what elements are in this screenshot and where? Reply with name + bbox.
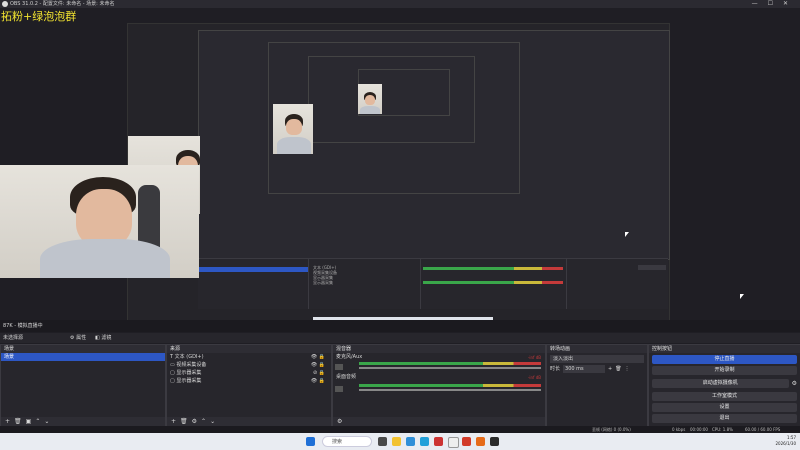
volume-slider[interactable] (359, 367, 541, 369)
controls-dock: 控制按钮 停止直播 开始录制 启动虚拟摄像机 ⚙ 工作室模式 设置 退出 (648, 344, 800, 428)
add-transition-button[interactable]: + (608, 365, 612, 373)
app-icon[interactable] (476, 437, 485, 446)
task-view-icon[interactable] (378, 437, 387, 446)
start-virtual-camera-button[interactable]: 启动虚拟摄像机 (652, 379, 789, 388)
close-button[interactable]: ✕ (783, 0, 798, 7)
maximize-button[interactable]: ☐ (768, 0, 783, 7)
mixer-settings-button[interactable]: ⚙ (337, 418, 342, 425)
source-item[interactable]: ▭ 视频采集设备 👁 🔒 (167, 361, 331, 369)
duration-label: 时长 (550, 366, 561, 372)
window-controls[interactable]: —☐✕ (752, 0, 798, 8)
move-down-button[interactable]: ⌄ (210, 418, 215, 425)
taskbar-clock[interactable]: 1:57 2026/1/30 (775, 435, 796, 447)
dropped-frames-text: 丢帧 (网络) 0 (0.0%) (592, 427, 631, 432)
mute-speaker-icon[interactable] (335, 364, 343, 370)
windows-taskbar: 搜索 1:57 2026/1/30 (0, 433, 800, 450)
stream-time-text: 00:00:00 (690, 427, 708, 432)
visibility-eye-icon[interactable]: 👁 🔒 (311, 361, 325, 369)
move-up-button[interactable]: ⌃ (35, 418, 40, 425)
obs-logo-icon (2, 1, 8, 7)
mixer-dock-title: 混音器 (333, 345, 545, 353)
stop-streaming-button[interactable]: 停止直播 (652, 355, 797, 364)
add-scene-button[interactable]: + (5, 418, 10, 425)
source-properties-button[interactable]: ⚙ (192, 418, 197, 425)
window-title: OBS 31.0.2 - 配置文件: 未命名 - 场景: 未命名 (10, 1, 115, 7)
sources-dock-title: 来源 (167, 345, 331, 353)
source-item[interactable]: T 文本 (GDI+) 👁 🔒 (167, 353, 331, 361)
sources-dock: 来源 T 文本 (GDI+) 👁 🔒 ▭ 视频采集设备 👁 🔒 ▢ 显示器采集 ⊘ 🔒… (166, 344, 332, 428)
taskbar-search-box[interactable]: 搜索 (322, 436, 372, 447)
remove-source-button[interactable]: 🗑 (180, 418, 188, 425)
remove-scene-button[interactable]: 🗑 (14, 418, 22, 425)
virtual-camera-settings-gear-icon[interactable]: ⚙ (792, 380, 797, 387)
scene-item[interactable]: 场景 (1, 353, 165, 361)
remove-transition-button[interactable]: 🗑 (615, 365, 621, 373)
preview-status-strip: 87K - 模拟直播中 (0, 320, 800, 332)
transitions-dock-title: 转场动画 (547, 345, 647, 353)
transitions-dock: 转场动画 淡入淡出 时长 300 ms + 🗑 ⋮ (546, 344, 648, 428)
scenes-dock: 场景 场景 + 🗑 ▣ ⌃ ⌄ (0, 344, 166, 428)
app-icon[interactable] (462, 437, 471, 446)
preview-status-text: 87K - 模拟直播中 (3, 323, 43, 329)
webcam-echo-medium (273, 104, 313, 154)
visibility-eye-icon[interactable]: 👁 🔒 (311, 377, 325, 385)
volume-meter (359, 362, 541, 365)
transition-menu-button[interactable]: ⋮ (625, 365, 630, 373)
fps-text: 60.00 / 60.00 FPS (745, 427, 781, 432)
clock-date: 2026/1/30 (775, 441, 796, 446)
minimize-button[interactable]: — (752, 0, 768, 7)
transition-duration-row: 时长 300 ms + 🗑 ⋮ (550, 365, 644, 373)
gear-icon: ⚙ (70, 335, 75, 341)
app-icon[interactable] (490, 437, 499, 446)
mixer-channel-db: -inf dB (527, 375, 541, 380)
add-source-button[interactable]: + (171, 418, 176, 425)
window-titlebar: OBS 31.0.2 - 配置文件: 未命名 - 场景: 未命名 —☐✕ (0, 0, 800, 8)
overlay-text-source: 拓粉+绿泡泡群 (1, 10, 77, 23)
scenes-dock-title: 场景 (1, 345, 165, 353)
audio-mixer-dock: 混音器 麦克风/Aux -inf dB 桌面音频 -inf dB ⚙ (332, 344, 546, 428)
stream-bitrate-text: 0 kbps (672, 427, 686, 432)
controls-dock-title: 控制按钮 (649, 345, 800, 353)
mouse-cursor-icon (740, 294, 744, 299)
mute-speaker-icon[interactable] (335, 386, 343, 392)
webcam-source (0, 165, 199, 278)
studio-mode-button[interactable]: 工作室模式 (652, 392, 797, 401)
move-up-button[interactable]: ⌃ (201, 418, 206, 425)
volume-slider[interactable] (359, 389, 541, 391)
context-bar: 未选择源 ⚙ 属性 ◧ 滤镜 (0, 333, 800, 343)
visibility-eye-icon[interactable]: ⊘ 🔒 (313, 369, 325, 377)
app-icon[interactable] (434, 437, 443, 446)
obs-taskbar-icon[interactable] (448, 437, 459, 448)
source-item[interactable]: ▢ 显示器采集 👁 🔒 (167, 377, 331, 385)
display-capture-level-1: 文本 (GDI+) 视频采集设备 显示器采集 显示器采集 (127, 23, 670, 330)
settings-button[interactable]: 设置 (652, 403, 797, 412)
properties-button[interactable]: ⚙ 属性 (70, 333, 86, 343)
visibility-eye-icon[interactable]: 👁 🔒 (311, 353, 325, 361)
scene-filters-button[interactable]: ▣ (26, 418, 32, 425)
volume-meter (359, 384, 541, 387)
file-explorer-icon[interactable] (392, 437, 401, 446)
mixer-channel-name: 桌面音频 (336, 374, 357, 380)
preview-canvas[interactable]: 文本 (GDI+) 视频采集设备 显示器采集 显示器采集 拓粉+绿泡泡群 (0, 8, 800, 330)
nested-dock-strip: 文本 (GDI+) 视频采集设备 显示器采集 显示器采集 (198, 258, 668, 309)
exit-button[interactable]: 退出 (652, 414, 797, 423)
mixer-channel-db: -inf dB (527, 355, 541, 360)
status-bar: 丢帧 (网络) 0 (0.0%) 0 kbps 00:00:00 CPU: 1.… (0, 426, 800, 433)
webcam-echo-small (358, 84, 382, 114)
store-icon[interactable] (420, 437, 429, 446)
move-down-button[interactable]: ⌄ (44, 418, 49, 425)
transition-type-select[interactable]: 淡入淡出 (550, 355, 644, 363)
windows-start-icon[interactable] (306, 437, 315, 446)
source-item[interactable]: ▢ 显示器采集 ⊘ 🔒 (167, 369, 331, 377)
nested-mouse-cursor-icon (625, 232, 629, 237)
mixer-channel-name: 麦克风/Aux (336, 354, 363, 360)
cpu-usage-text: CPU: 1.8% (712, 427, 733, 432)
filter-icon: ◧ (95, 335, 100, 341)
duration-input[interactable]: 300 ms (563, 365, 606, 373)
no-source-selected-label: 未选择源 (3, 335, 24, 341)
filters-button[interactable]: ◧ 滤镜 (95, 333, 111, 343)
start-recording-button[interactable]: 开始录制 (652, 366, 797, 375)
edge-browser-icon[interactable] (406, 437, 415, 446)
